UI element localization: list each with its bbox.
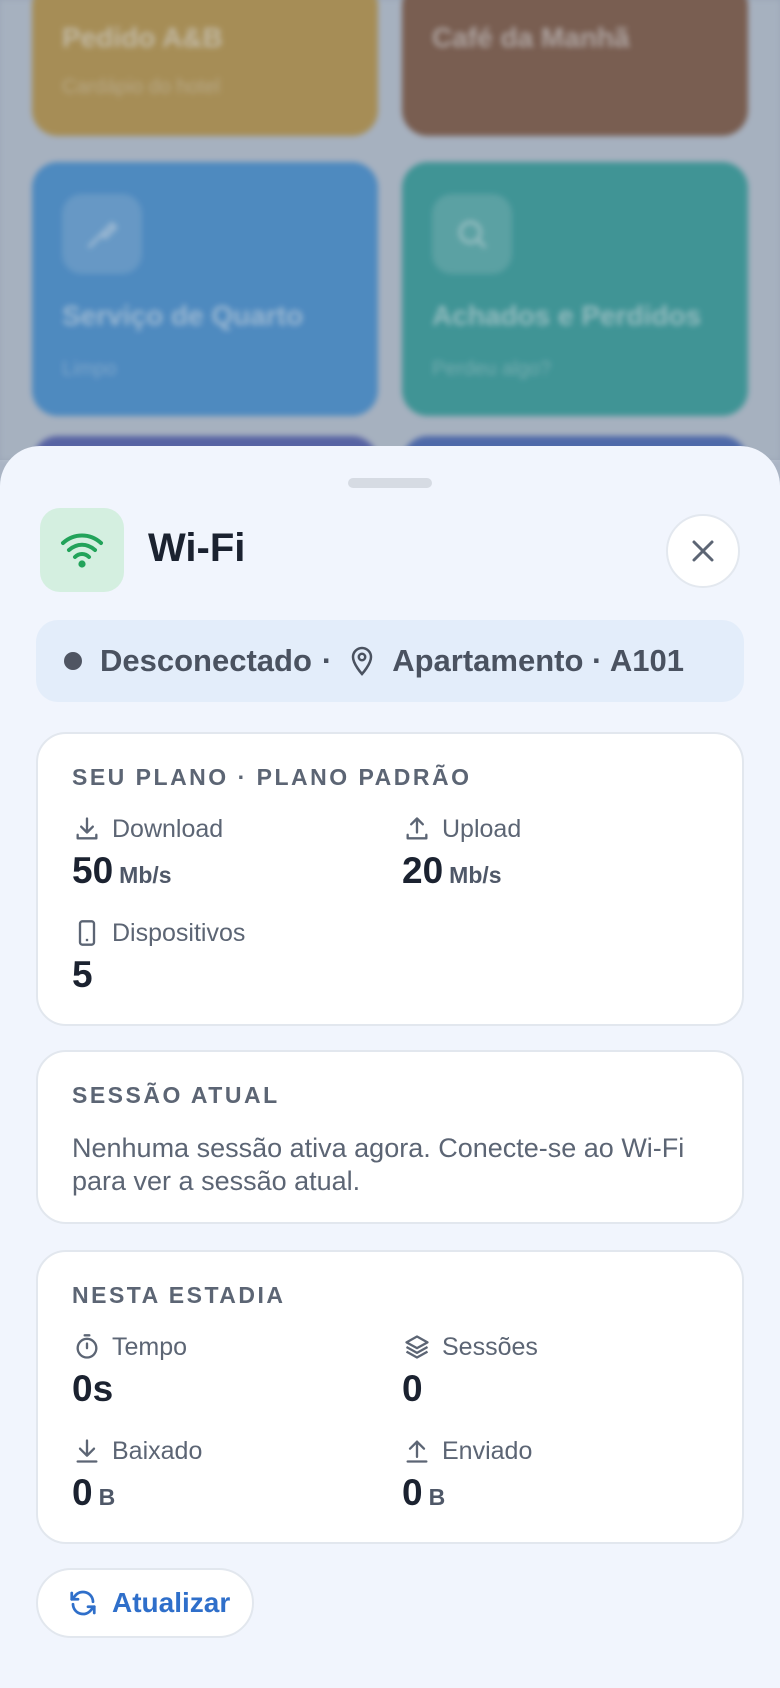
connection-status: Desconectado · Apartamento · A101	[36, 620, 744, 702]
close-icon	[692, 540, 714, 562]
plan-card: SEU PLANO · PLANO PADRÃO Download 50 Mb/s…	[36, 732, 744, 1026]
download-unit: Mb/s	[119, 862, 172, 888]
drag-handle[interactable]	[348, 478, 432, 488]
backdrop-overlay[interactable]	[0, 0, 780, 460]
refresh-button[interactable]: Atualizar	[36, 1568, 254, 1638]
time-label: Tempo	[112, 1332, 188, 1361]
sessions-stat: Sessões 0	[402, 1332, 538, 1410]
time-stat: Tempo 0s	[72, 1332, 187, 1410]
downloaded-value: 0	[72, 1472, 93, 1513]
refresh-icon	[68, 1588, 98, 1618]
session-card: SESSÃO ATUAL Nenhuma sessão ativa agora.…	[36, 1050, 744, 1224]
close-button[interactable]	[666, 514, 740, 588]
downloaded-unit: B	[98, 1484, 116, 1510]
devices-value: 5	[72, 954, 93, 995]
status-dot-icon	[64, 652, 82, 670]
phone-icon	[72, 918, 102, 948]
upload-stat: Upload 20 Mb/s	[402, 814, 521, 892]
downloaded-stat: Baixado 0B	[72, 1436, 202, 1514]
upload-icon	[402, 1436, 432, 1466]
connection-state: Desconectado	[100, 643, 312, 678]
time-value: 0s	[72, 1368, 114, 1409]
location-pin-icon	[350, 646, 374, 676]
uploaded-label: Enviado	[442, 1436, 533, 1465]
upload-value: 20	[402, 850, 444, 891]
refresh-label: Atualizar	[112, 1587, 231, 1618]
download-value: 50	[72, 850, 114, 891]
download-icon	[72, 1436, 102, 1466]
session-message: Nenhuma sessão ativa agora. Conecte-se a…	[72, 1133, 685, 1196]
uploaded-value: 0	[402, 1472, 423, 1513]
downloaded-label: Baixado	[112, 1436, 203, 1465]
stay-label: NESTA ESTADIA	[72, 1282, 286, 1308]
plan-label: SEU PLANO · PLANO PADRÃO	[72, 764, 472, 790]
upload-icon	[402, 814, 432, 844]
sessions-label: Sessões	[442, 1332, 538, 1361]
sessions-value: 0	[402, 1368, 423, 1409]
status-separator: ·	[321, 643, 333, 678]
devices-stat: Dispositivos 5	[72, 918, 245, 996]
wifi-icon	[40, 508, 124, 592]
wifi-sheet: Wi-Fi Desconectado · Apartamento · A101 …	[0, 446, 780, 1688]
room-location: Apartamento · A101	[392, 643, 684, 678]
upload-label: Upload	[442, 814, 522, 843]
download-label: Download	[112, 814, 224, 843]
timer-icon	[72, 1332, 102, 1362]
devices-label: Dispositivos	[112, 918, 246, 947]
sheet-title: Wi-Fi	[148, 526, 246, 570]
uploaded-stat: Enviado 0B	[402, 1436, 532, 1514]
download-icon	[72, 814, 102, 844]
stay-card: NESTA ESTADIA Tempo 0s Sessões 0 Baixado…	[36, 1250, 744, 1544]
session-label: SESSÃO ATUAL	[72, 1082, 280, 1108]
layers-icon	[402, 1332, 432, 1362]
uploaded-unit: B	[428, 1484, 446, 1510]
upload-unit: Mb/s	[449, 862, 502, 888]
download-stat: Download 50 Mb/s	[72, 814, 223, 892]
